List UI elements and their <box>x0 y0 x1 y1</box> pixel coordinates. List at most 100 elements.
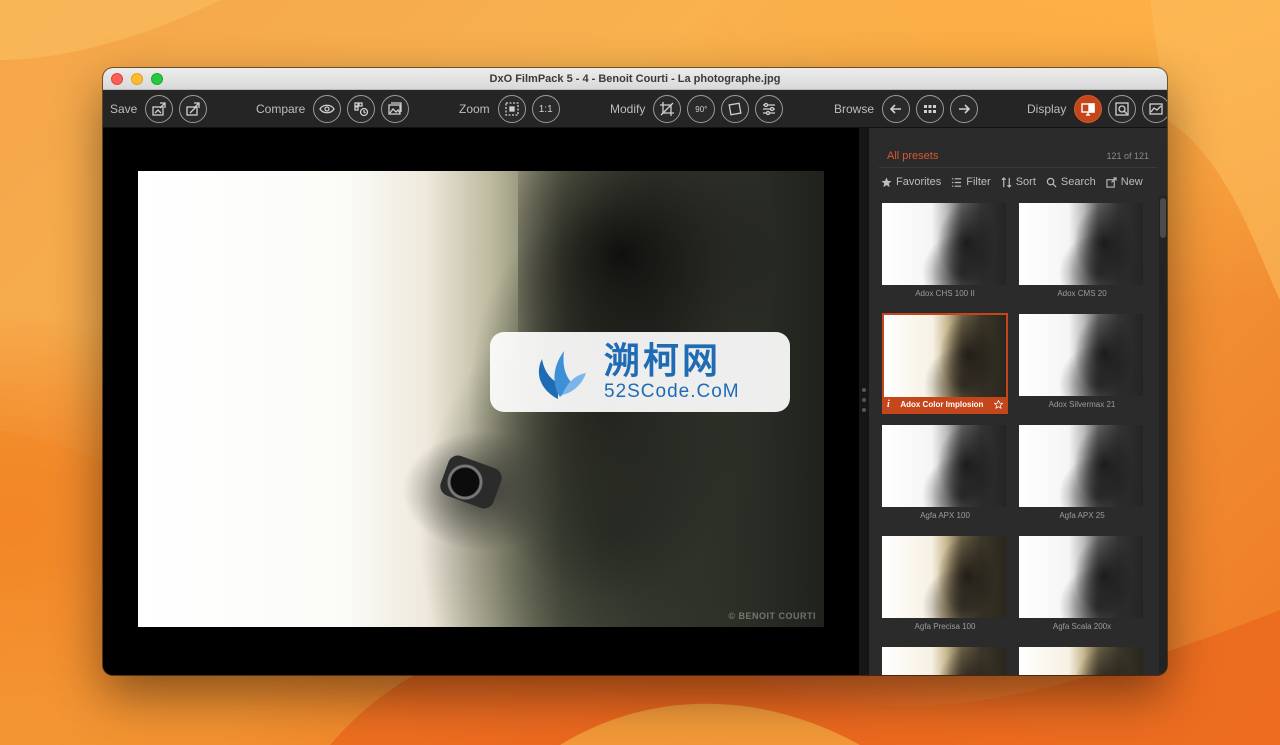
previous-image-button[interactable] <box>882 95 911 123</box>
zoom-100-button[interactable]: 1:1 <box>531 95 560 123</box>
compare-group: Compare <box>256 95 410 123</box>
preset-thumbnail[interactable]: Agfa APX 100 <box>882 425 1008 523</box>
save-label: Save <box>110 102 138 116</box>
eye-icon <box>319 104 336 114</box>
preset-preview <box>1019 314 1143 396</box>
modify-group: Modify 90° <box>610 95 784 123</box>
zoom-group: Zoom 1:1 <box>459 95 560 123</box>
preset-thumbnail[interactable]: Adox Silvermax 21 <box>1019 314 1145 412</box>
crop-button[interactable] <box>653 95 682 123</box>
panel-resize-handle[interactable] <box>859 128 869 675</box>
display-histogram-button[interactable] <box>1142 95 1167 123</box>
straighten-button[interactable] <box>721 95 750 123</box>
presets-header: All presets 121 of 121 <box>879 144 1157 168</box>
sort-label: Sort <box>1015 176 1036 188</box>
preset-thumbnail-partial[interactable] <box>882 647 1008 675</box>
preset-preview <box>882 203 1006 285</box>
grid-icon <box>924 105 937 113</box>
adjustments-button[interactable] <box>755 95 784 123</box>
compare-label: Compare <box>256 102 306 116</box>
list-icon <box>952 177 962 187</box>
next-image-button[interactable] <box>950 95 979 123</box>
export-image-icon <box>152 102 167 116</box>
preset-thumbnail[interactable]: Agfa Precisa 100 <box>882 536 1008 634</box>
sliders-icon <box>763 102 776 116</box>
preset-thumbnail-partial[interactable] <box>1019 647 1145 675</box>
compare-original-button[interactable] <box>313 95 342 123</box>
wing-logo-icon <box>538 351 586 399</box>
preset-thumbnail[interactable]: Adox CHS 100 II <box>882 203 1008 301</box>
selected-frame: i Adox Color Implosion <box>882 313 1008 414</box>
filter-label: Filter <box>966 176 991 188</box>
search-label: Search <box>1060 176 1096 188</box>
preset-name: Adox CMS 20 <box>1057 289 1107 298</box>
presets-toolbar: Favorites Filter Sort Search New <box>881 176 1143 188</box>
preset-thumbnail[interactable]: Adox CMS 20 <box>1019 203 1145 301</box>
sort-button[interactable]: Sort <box>1001 176 1036 188</box>
histogram-icon <box>1149 103 1164 115</box>
zoom-100-label: 1:1 <box>538 103 553 115</box>
preset-thumbnail-selected[interactable]: i Adox Color Implosion <box>882 313 1008 414</box>
presets-title[interactable]: All presets <box>887 150 938 162</box>
loupe-icon <box>1115 102 1130 116</box>
title-bar: DxO FilmPack 5 - 4 - Benoit Courti - La … <box>103 68 1167 90</box>
arrow-right-icon <box>959 104 971 114</box>
export-image-button[interactable] <box>145 95 174 123</box>
display-group: Display <box>1027 95 1167 123</box>
info-icon[interactable]: i <box>887 399 890 410</box>
rotate-90-button[interactable]: 90° <box>687 95 716 123</box>
browse-grid-button[interactable] <box>916 95 945 123</box>
compare-history-button[interactable] <box>347 95 376 123</box>
preset-name: Adox CHS 100 II <box>915 289 975 298</box>
rotate-90-label: 90° <box>695 104 708 114</box>
preset-thumbnail[interactable]: Agfa APX 25 <box>1019 425 1145 523</box>
preset-name: Agfa Precisa 100 <box>914 622 976 631</box>
main-toolbar: Save Compare Zoom 1:1 Modify 90° Browse … <box>103 90 1167 128</box>
photo-camera <box>437 452 505 512</box>
new-preset-icon <box>1106 176 1117 188</box>
sort-icon <box>1001 176 1012 188</box>
preset-preview <box>1019 203 1143 285</box>
presets-panel: All presets 121 of 121 Favorites Filter … <box>869 128 1167 675</box>
browse-group: Browse <box>834 95 979 123</box>
photo-credit: © BENOIT COURTI <box>728 611 816 621</box>
selected-preset-bar: i Adox Color Implosion <box>884 397 1006 412</box>
export-edit-button[interactable] <box>179 95 208 123</box>
preset-preview <box>884 315 1006 397</box>
search-button[interactable]: Search <box>1046 176 1096 188</box>
fit-screen-icon <box>505 102 519 116</box>
favorites-button[interactable]: Favorites <box>881 176 941 188</box>
preset-preview <box>1019 647 1143 675</box>
crop-icon <box>660 102 675 116</box>
star-icon <box>881 176 892 187</box>
display-loupe-button[interactable] <box>1108 95 1137 123</box>
grid-clock-icon <box>354 102 369 117</box>
arrow-left-icon <box>889 104 902 114</box>
display-presets-button[interactable] <box>1074 95 1103 123</box>
new-preset-button[interactable]: New <box>1106 176 1143 188</box>
watermark-english: 52SCode.CoM <box>604 381 740 402</box>
straighten-icon <box>728 102 742 116</box>
modify-label: Modify <box>610 102 646 116</box>
display-label: Display <box>1027 102 1067 116</box>
preset-name: Adox Color Implosion <box>900 400 984 409</box>
scrollbar-thumb[interactable] <box>1160 198 1166 238</box>
favorites-label: Favorites <box>896 176 942 188</box>
save-group: Save <box>110 95 208 123</box>
preset-preview <box>882 647 1006 675</box>
preset-name: Agfa Scala 200x <box>1052 622 1112 631</box>
presets-count: 121 of 121 <box>1106 150 1149 161</box>
preset-preview <box>882 425 1006 507</box>
filter-button[interactable]: Filter <box>951 176 991 188</box>
preset-name: Adox Silvermax 21 <box>1048 400 1116 409</box>
app-window: DxO FilmPack 5 - 4 - Benoit Courti - La … <box>103 68 1167 675</box>
zoom-label: Zoom <box>459 102 490 116</box>
compare-side-by-side-button[interactable] <box>381 95 410 123</box>
presets-scrollbar[interactable] <box>1159 196 1167 673</box>
search-icon <box>1046 177 1057 188</box>
zoom-fit-button[interactable] <box>497 95 526 123</box>
export-edit-icon <box>186 102 201 116</box>
preset-thumbnail[interactable]: Agfa Scala 200x <box>1019 536 1145 634</box>
favorite-star-icon[interactable] <box>993 400 1003 409</box>
preset-preview <box>1019 425 1143 507</box>
